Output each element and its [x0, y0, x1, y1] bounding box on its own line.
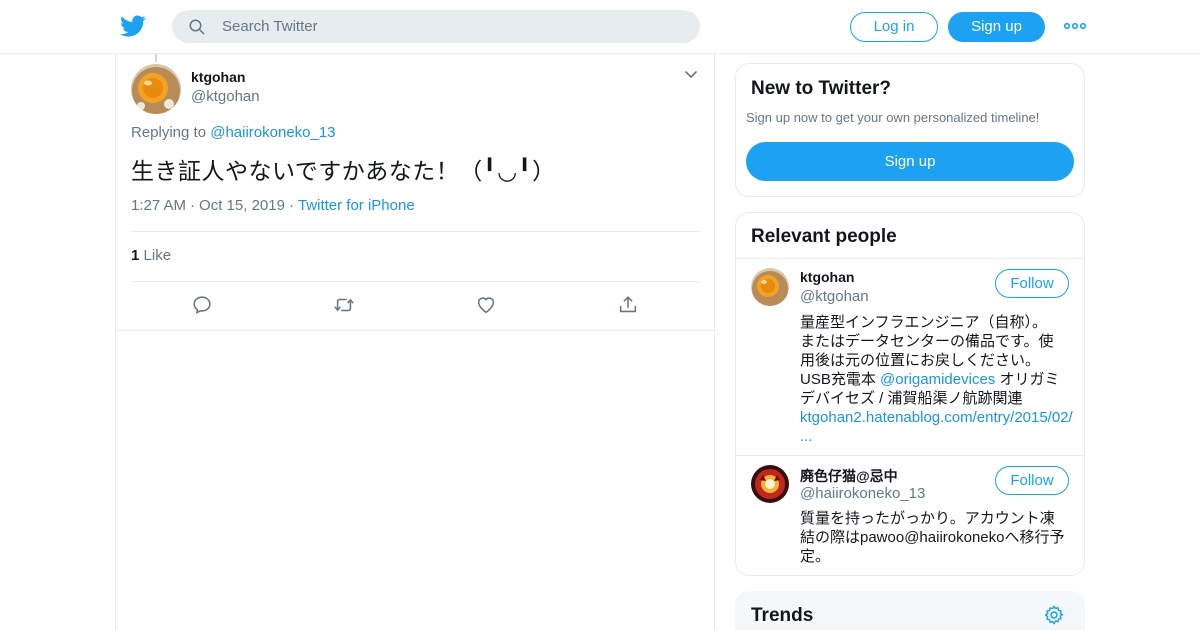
trends-title: Trends — [751, 605, 814, 626]
like-count-line[interactable]: 1 Like — [131, 247, 171, 264]
like-count: 1 — [131, 247, 140, 264]
person-handle[interactable]: @haiirokoneko_13 — [800, 485, 925, 502]
new-to-twitter-subtitle: Sign up now to get your own personalized… — [746, 110, 1040, 125]
tweet-timestamp: 1:27 AM · Oct 15, 2019 · Twitter for iPhone — [131, 197, 415, 214]
trends-card: Trends — [735, 591, 1085, 630]
bio-text: オリガミ — [995, 371, 1060, 388]
twitter-bird-icon[interactable] — [120, 13, 146, 39]
tweet-text: 生き証人やないですかあなた！（╹◡╹） — [131, 158, 556, 184]
tweet-date[interactable]: Oct 15, 2019 — [199, 197, 285, 214]
replying-to-handle-link[interactable]: @haiirokoneko_13 — [210, 124, 335, 141]
follow-button-haiirokoneko[interactable]: Follow — [995, 466, 1069, 495]
tweet-author-name[interactable]: ktgohan — [191, 69, 245, 85]
settings-gear-icon[interactable] — [1043, 604, 1065, 626]
bio-line: 定。 — [800, 548, 831, 565]
bio-line: 結の際はpawoo@haiirokonekoへ移行予 — [800, 529, 1065, 546]
retweet-icon[interactable] — [333, 294, 355, 316]
person-bio: 量産型インフラエンジニア（自称）。 またはデータセンターの備品です。使 用後は元… — [800, 313, 1076, 446]
bio-text: USB充電本 — [800, 371, 881, 388]
top-navigation-bar: Log in Sign up — [0, 0, 1200, 54]
person-bio: 質量を持ったがっかり。アカウント凍 結の際はpawoo@haiirokoneko… — [800, 509, 1076, 566]
tweet-time[interactable]: 1:27 AM — [131, 197, 186, 214]
bio-line: 質量を持ったがっかり。アカウント凍 — [800, 510, 1055, 527]
share-icon[interactable] — [617, 294, 639, 316]
new-to-twitter-card: New to Twitter? Sign up now to get your … — [735, 63, 1085, 197]
tweet-author-handle[interactable]: @ktgohan — [191, 88, 260, 105]
tweet-author-avatar[interactable] — [131, 64, 181, 114]
divider — [116, 330, 714, 331]
egg-rice-avatar-image — [131, 64, 181, 114]
signup-button[interactable]: Sign up — [948, 12, 1045, 42]
new-to-twitter-title: New to Twitter? — [751, 78, 892, 99]
person-name[interactable]: 廃色仔猫@忌中 — [800, 466, 898, 486]
relevant-people-card: Relevant people ktgohan @ktgohan Follow … — [735, 212, 1085, 576]
tweet-column: ktgohan @ktgohan Replying to @haiirokone… — [115, 54, 715, 630]
replying-to-line: Replying to @haiirokoneko_13 — [131, 124, 336, 141]
meta-separator: · — [288, 197, 294, 214]
person-handle[interactable]: @ktgohan — [800, 288, 869, 305]
tweet-source-link[interactable]: Twitter for iPhone — [298, 197, 415, 214]
bio-line: デバイセズ / 浦賀船渠ノ航跡関連 — [800, 390, 1023, 407]
bio-line: 用後は元の位置にお戻しください。 — [800, 352, 1041, 369]
login-button[interactable]: Log in — [850, 12, 938, 42]
search-box — [172, 10, 700, 43]
bio-mention-link[interactable]: @origamidevices — [880, 371, 995, 388]
bio-url-ellipsis[interactable]: ... — [800, 427, 1076, 446]
meta-separator: · — [190, 197, 196, 214]
relevant-people-title: Relevant people — [751, 226, 897, 247]
person-avatar-ktgohan[interactable] — [751, 268, 789, 306]
divider — [736, 455, 1084, 456]
divider — [131, 231, 700, 232]
replying-prefix: Replying to — [131, 124, 207, 141]
divider — [131, 281, 700, 282]
bio-line: USB充電本 @origamidevices オリガミ — [800, 370, 1076, 389]
search-input[interactable] — [222, 10, 682, 43]
person-avatar-haiirokoneko[interactable] — [751, 465, 789, 503]
person-name[interactable]: ktgohan — [800, 269, 854, 285]
bio-url-link[interactable]: ktgohan2.hatenablog.com/entry/2015/02/ — [800, 408, 1076, 427]
sidebar-signup-button[interactable]: Sign up — [746, 142, 1074, 181]
bio-line: またはデータセンターの備品です。使 — [800, 333, 1054, 350]
thread-connector — [155, 54, 157, 62]
egg-rice-avatar-image — [751, 268, 789, 306]
like-label: Like — [143, 247, 172, 264]
divider — [736, 258, 1084, 259]
chevron-down-icon[interactable] — [684, 70, 698, 80]
cat-avatar-image — [751, 465, 789, 503]
like-icon[interactable] — [475, 294, 497, 316]
more-dots-icon[interactable] — [1064, 20, 1086, 32]
bio-line: 量産型インフラエンジニア（自称）。 — [800, 314, 1048, 331]
search-icon — [189, 19, 205, 35]
follow-button-ktgohan[interactable]: Follow — [995, 269, 1069, 298]
reply-icon[interactable] — [191, 294, 213, 316]
